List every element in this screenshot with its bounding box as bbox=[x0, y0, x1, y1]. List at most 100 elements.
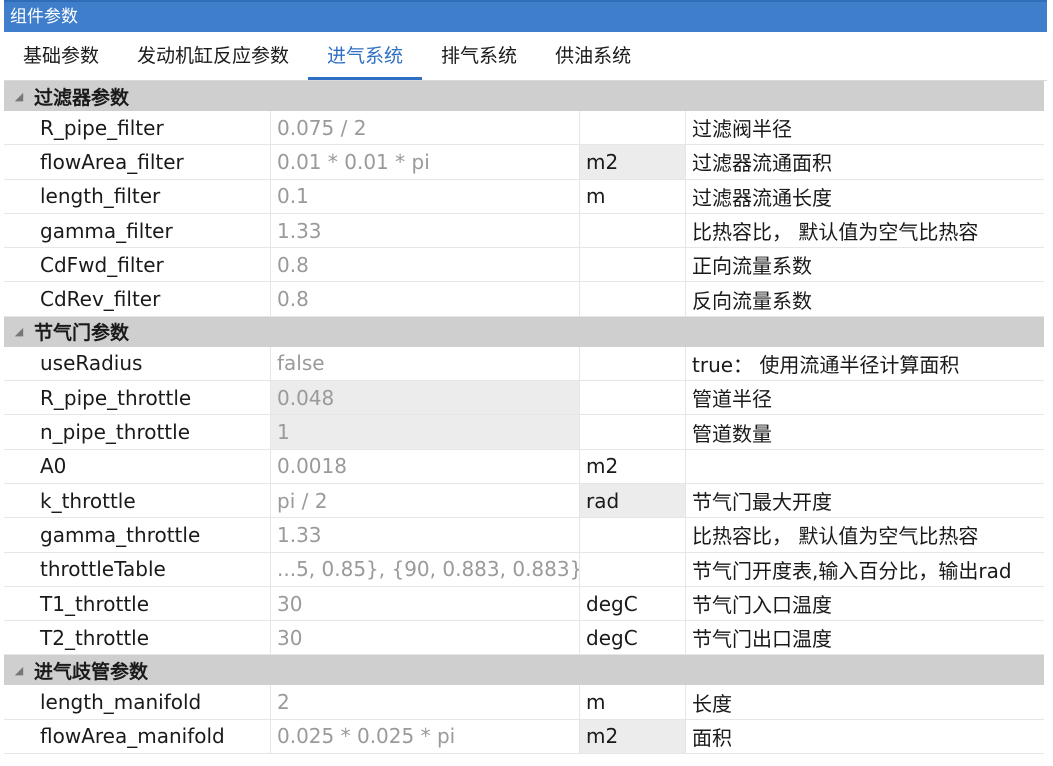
param-description: 正向流量系数 bbox=[692, 254, 812, 279]
param-description: 节气门入口温度 bbox=[692, 593, 832, 617]
param-unit[interactable] bbox=[580, 282, 686, 316]
group-header-throttle[interactable]: ◢ 节气门参数 bbox=[4, 316, 1044, 347]
tab-intake-system[interactable]: 进气系统 bbox=[308, 38, 423, 80]
group-label: 节气门参数 bbox=[34, 322, 130, 345]
property-grid: ◢ 过滤器参数 R_pipe_filter 0.075 / 2 过滤阀半径 fl… bbox=[4, 81, 1044, 755]
table-row: R_pipe_filter 0.075 / 2 过滤阀半径 bbox=[4, 111, 1044, 146]
param-name: length_filter bbox=[34, 179, 271, 213]
param-unit[interactable] bbox=[580, 381, 686, 415]
param-value-field[interactable]: 0.1 bbox=[271, 179, 580, 213]
table-row: k_throttle pi / 2 rad 节气门最大开度 bbox=[4, 483, 1044, 519]
param-value-field[interactable]: 2 bbox=[271, 685, 580, 719]
table-row: gamma_filter 1.33 比热容比， 默认值为空气比热容 bbox=[4, 213, 1044, 249]
param-value-field[interactable]: 0.8 bbox=[271, 282, 580, 316]
param-value-field[interactable]: 30 bbox=[271, 621, 580, 655]
param-unit[interactable] bbox=[580, 415, 686, 449]
table-row: flowArea_filter 0.01 * 0.01 * pi m2 过滤器流… bbox=[4, 145, 1044, 180]
group-header-filter[interactable]: ◢ 过滤器参数 bbox=[4, 81, 1044, 111]
group-label: 进气歧管参数 bbox=[34, 660, 149, 683]
param-value-field[interactable]: 0.048 bbox=[271, 381, 580, 415]
table-row: length_manifold 2 m 长度 bbox=[4, 685, 1044, 720]
table-row: A0 0.0018 m2 bbox=[4, 449, 1044, 484]
param-value-field[interactable]: pi / 2 bbox=[271, 483, 580, 518]
param-value-field[interactable]: 0.025 * 0.025 * pi bbox=[271, 719, 580, 754]
param-unit[interactable]: rad bbox=[580, 483, 686, 518]
param-unit[interactable] bbox=[580, 248, 686, 282]
component-params-panel: 组件参数 基础参数 发动机缸反应参数 进气系统 排气系统 供油系统 ◢ 过滤器参… bbox=[4, 0, 1047, 760]
param-name: CdRev_filter bbox=[34, 282, 271, 316]
param-name: length_manifold bbox=[34, 685, 271, 719]
param-unit[interactable] bbox=[580, 111, 686, 145]
param-description: 比热容比， 默认值为空气比热容 bbox=[692, 220, 979, 245]
param-description bbox=[686, 450, 1044, 483]
param-description: 过滤阀半径 bbox=[692, 117, 792, 142]
param-name: R_pipe_filter bbox=[34, 111, 271, 145]
param-description: 长度 bbox=[692, 691, 732, 716]
param-name: gamma_throttle bbox=[34, 518, 271, 552]
panel-title: 组件参数 bbox=[4, 0, 1047, 32]
tab-fuel-system[interactable]: 供油系统 bbox=[536, 38, 650, 80]
param-value-field[interactable]: 1.33 bbox=[271, 518, 580, 552]
param-description: 管道数量 bbox=[692, 421, 772, 446]
param-unit[interactable]: m2 bbox=[580, 145, 686, 179]
table-row: throttleTable ...5, 0.85}, {90, 0.883, 0… bbox=[4, 552, 1044, 587]
param-name: n_pipe_throttle bbox=[34, 415, 271, 449]
collapse-chevron-icon[interactable]: ◢ bbox=[4, 664, 34, 677]
table-row: length_filter 0.1 m 过滤器流通长度 bbox=[4, 179, 1044, 214]
param-name: flowArea_filter bbox=[34, 145, 271, 179]
tab-basic-params[interactable]: 基础参数 bbox=[4, 38, 118, 80]
param-description: 比热容比， 默认值为空气比热容 bbox=[692, 524, 979, 549]
param-value-field[interactable]: 0.01 * 0.01 * pi bbox=[271, 145, 580, 179]
param-value-field[interactable]: 0.0018 bbox=[271, 449, 580, 483]
group-label: 过滤器参数 bbox=[34, 86, 130, 109]
param-value-field[interactable]: 0.075 / 2 bbox=[271, 111, 580, 145]
param-value-field[interactable]: 30 bbox=[271, 586, 580, 621]
param-description: 节气门开度表,输入百分比，输出rad bbox=[692, 558, 1012, 583]
param-unit[interactable]: m2 bbox=[580, 719, 686, 754]
param-name: T1_throttle bbox=[34, 586, 271, 621]
param-name: flowArea_manifold bbox=[34, 719, 271, 754]
table-row: T1_throttle 30 degC 节气门入口温度 bbox=[4, 586, 1044, 622]
param-unit[interactable] bbox=[580, 518, 686, 552]
table-row: CdFwd_filter 0.8 正向流量系数 bbox=[4, 248, 1044, 283]
group-header-intake-manifold[interactable]: ◢ 进气歧管参数 bbox=[4, 655, 1044, 686]
param-description: 过滤器流通面积 bbox=[692, 151, 832, 176]
param-value-field[interactable]: ...5, 0.85}, {90, 0.883, 0.883}} bbox=[271, 552, 580, 586]
param-value-field[interactable]: 1.33 bbox=[271, 213, 580, 248]
param-unit[interactable]: m2 bbox=[580, 449, 686, 483]
param-unit[interactable]: degC bbox=[580, 586, 686, 621]
tab-engine-cylinder-params[interactable]: 发动机缸反应参数 bbox=[118, 38, 308, 80]
collapse-chevron-icon[interactable]: ◢ bbox=[4, 325, 34, 338]
tab-exhaust-system[interactable]: 排气系统 bbox=[422, 38, 536, 80]
param-name: A0 bbox=[34, 449, 271, 483]
table-row: gamma_throttle 1.33 比热容比， 默认值为空气比热容 bbox=[4, 518, 1044, 553]
param-name: useRadius bbox=[34, 346, 271, 381]
param-name: R_pipe_throttle bbox=[34, 381, 271, 415]
param-description: 管道半径 bbox=[692, 387, 772, 412]
param-description: 反向流量系数 bbox=[692, 288, 812, 313]
param-value-field[interactable]: 0.8 bbox=[271, 248, 580, 282]
param-unit[interactable]: m bbox=[580, 685, 686, 719]
param-description: 节气门最大开度 bbox=[692, 490, 832, 515]
tab-bar: 基础参数 发动机缸反应参数 进气系统 排气系统 供油系统 bbox=[4, 32, 1047, 81]
param-name: CdFwd_filter bbox=[34, 248, 271, 282]
param-unit[interactable] bbox=[580, 552, 686, 586]
param-name: T2_throttle bbox=[34, 621, 271, 655]
param-unit[interactable]: m bbox=[580, 179, 686, 213]
param-unit[interactable] bbox=[580, 346, 686, 381]
param-description: 节气门出口温度 bbox=[692, 627, 832, 652]
table-row: n_pipe_throttle 1 管道数量 bbox=[4, 415, 1044, 450]
param-description: 过滤器流通长度 bbox=[692, 185, 832, 210]
param-name: k_throttle bbox=[34, 483, 271, 518]
param-name: gamma_filter bbox=[34, 213, 271, 248]
table-row: R_pipe_throttle 0.048 管道半径 bbox=[4, 381, 1044, 416]
param-unit[interactable]: degC bbox=[580, 621, 686, 655]
table-row: useRadius false true： 使用流通半径计算面积 bbox=[4, 346, 1044, 382]
table-row: flowArea_manifold 0.025 * 0.025 * pi m2 … bbox=[4, 719, 1044, 755]
table-row: CdRev_filter 0.8 反向流量系数 bbox=[4, 282, 1044, 317]
param-value-field[interactable]: false bbox=[271, 346, 580, 381]
param-unit[interactable] bbox=[580, 213, 686, 248]
param-description: true： 使用流通半径计算面积 bbox=[692, 352, 960, 377]
collapse-chevron-icon[interactable]: ◢ bbox=[4, 90, 34, 103]
param-value-field[interactable]: 1 bbox=[271, 415, 580, 449]
